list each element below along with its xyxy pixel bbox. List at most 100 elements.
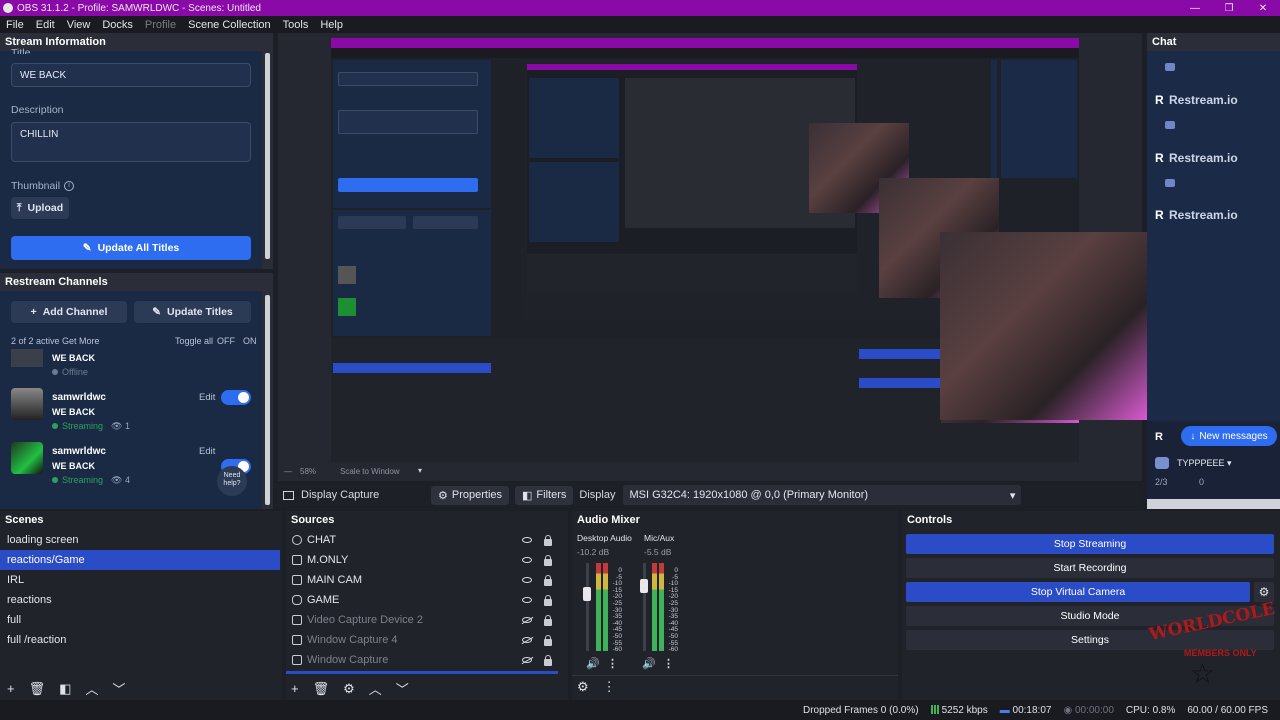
close-button[interactable]: ✕	[1246, 3, 1280, 14]
chevron-down-icon[interactable]: ﹀	[396, 679, 409, 698]
lock-icon[interactable]	[544, 635, 552, 646]
gear-icon[interactable]: ⚙	[343, 681, 355, 697]
menu-scene-collection[interactable]: Scene Collection	[182, 19, 277, 31]
restream-icon: R	[1155, 208, 1164, 222]
eye-icon[interactable]	[522, 537, 532, 543]
upload-button[interactable]: ⤒ Upload	[11, 197, 69, 219]
chevron-up-icon[interactable]: ︿	[369, 679, 382, 698]
filters-button[interactable]: ◧ Filters	[515, 485, 574, 505]
kebab-menu-icon[interactable]: ⋮	[603, 679, 616, 695]
source-toolbar: Display Capture ⚙ Properties ◧ Filters Dis…	[276, 483, 1142, 507]
source-list-scrollbar[interactable]	[286, 671, 558, 674]
lock-icon[interactable]	[544, 655, 552, 666]
source-item[interactable]: Window Capture	[286, 650, 560, 670]
menu-view[interactable]: View	[61, 19, 97, 31]
browser-icon	[292, 535, 302, 545]
speaker-icon[interactable]: 🔊	[642, 657, 656, 670]
volume-fader-track[interactable]	[586, 563, 589, 651]
source-item[interactable]: GAME	[286, 590, 560, 610]
lock-icon[interactable]	[544, 535, 552, 546]
scrollbar-thumb[interactable]	[265, 295, 270, 505]
source-item[interactable]: M.ONLY	[286, 550, 560, 570]
volume-fader-track[interactable]	[643, 563, 646, 651]
eye-icon[interactable]	[522, 577, 532, 583]
need-help-button[interactable]: Need help?	[217, 466, 247, 496]
advanced-audio-icon[interactable]: ⚙	[577, 679, 589, 695]
menu-edit[interactable]: Edit	[30, 19, 61, 31]
description-input[interactable]: CHILLIN	[11, 122, 251, 162]
stop-virtual-camera-button[interactable]: Stop Virtual Camera	[906, 582, 1250, 602]
trash-icon[interactable]: 🗑	[313, 681, 330, 697]
scale-dropdown-icon[interactable]: ▾	[418, 466, 422, 475]
scene-item[interactable]: reactions/Game	[0, 550, 280, 570]
scene-item[interactable]: loading screen	[0, 530, 280, 550]
add-scene-icon[interactable]: +	[7, 681, 15, 696]
dock-title: Audio Mixer	[572, 511, 898, 529]
scrollbar-thumb[interactable]	[265, 53, 270, 259]
chevron-down-icon[interactable]: ﹀	[112, 679, 125, 698]
info-icon[interactable]: i	[64, 181, 75, 191]
nested-update-titles	[413, 216, 478, 229]
lock-icon[interactable]	[544, 575, 552, 586]
eye-icon[interactable]	[522, 597, 532, 603]
update-titles-button[interactable]: ✎ Update Titles	[134, 301, 251, 323]
scene-item[interactable]: full /reaction	[0, 630, 280, 650]
update-all-titles-button[interactable]: ✎ Update All Titles	[11, 236, 251, 260]
source-item[interactable]: MAIN CAM	[286, 570, 560, 590]
minimize-button[interactable]: —	[1178, 3, 1212, 14]
eye-icon[interactable]	[522, 557, 532, 563]
eye-hidden-icon[interactable]	[522, 637, 532, 643]
start-recording-button[interactable]: Start Recording	[906, 558, 1274, 578]
menu-file[interactable]: File	[0, 19, 30, 31]
trash-icon[interactable]: 🗑	[29, 681, 46, 697]
eye-hidden-icon[interactable]	[522, 617, 532, 623]
level-meter	[652, 563, 657, 651]
scene-item[interactable]: reactions	[0, 590, 280, 610]
title-input[interactable]: WE BACK	[11, 63, 251, 87]
menu-tools[interactable]: Tools	[277, 19, 315, 31]
channel-edit-button[interactable]: Edit	[199, 392, 215, 403]
restream-scrollbar[interactable]	[262, 291, 273, 509]
channel-edit-button[interactable]: Edit	[199, 446, 215, 457]
display-select[interactable]: MSI G32C4: 1920x1080 @ 0,0 (Primary Moni…	[623, 485, 1022, 505]
channel-name: Mic/Aux	[644, 533, 675, 543]
kebab-menu-icon[interactable]: ⋮	[663, 657, 674, 670]
source-item[interactable]: CHAT	[286, 530, 560, 550]
monitor-icon	[283, 490, 294, 500]
properties-label: Properties	[451, 489, 503, 501]
chat-input[interactable]	[1147, 499, 1280, 509]
menu-profile[interactable]: Profile	[139, 19, 182, 31]
volume-fader-knob[interactable]	[640, 579, 648, 593]
menu-help[interactable]: Help	[314, 19, 349, 31]
eye-hidden-icon[interactable]	[522, 657, 532, 663]
toggle-all-on[interactable]: ON	[243, 336, 257, 346]
stream-info-scrollbar[interactable]	[262, 51, 273, 269]
source-item[interactable]: Video Capture Device 2	[286, 610, 560, 630]
stream-information-panel: Title WE BACK Description CHILLIN Thumbn…	[0, 47, 262, 269]
scene-item[interactable]: IRL	[0, 570, 280, 590]
chat-user[interactable]: TYPPPEEE ▾	[1177, 458, 1232, 469]
lock-icon[interactable]	[544, 555, 552, 566]
lock-icon[interactable]	[544, 595, 552, 606]
add-channel-button[interactable]: + Add Channel	[11, 301, 127, 323]
watermark-subtext: MEMBERS ONLY	[1184, 648, 1257, 658]
add-source-icon[interactable]: +	[291, 681, 299, 696]
toggle-all-off[interactable]: OFF	[217, 336, 235, 346]
upload-label: Upload	[27, 202, 64, 214]
chevron-up-icon[interactable]: ︿	[85, 679, 98, 698]
source-item[interactable]: Window Capture 4	[286, 630, 560, 650]
speaker-icon[interactable]: 🔊	[586, 657, 600, 670]
new-messages-button[interactable]: ↓ New messages	[1181, 426, 1277, 446]
scale-mode[interactable]: Scale to Window	[340, 467, 400, 476]
volume-fader-knob[interactable]	[583, 587, 591, 601]
obs-logo-icon	[3, 3, 13, 13]
scene-item[interactable]: full	[0, 610, 280, 630]
maximize-button[interactable]: ❐	[1212, 3, 1246, 14]
channel-toggle[interactable]	[221, 390, 251, 405]
lock-icon[interactable]	[544, 615, 552, 626]
stop-streaming-button[interactable]: Stop Streaming	[906, 534, 1274, 554]
menu-docks[interactable]: Docks	[96, 19, 139, 31]
properties-button[interactable]: ⚙ Properties	[431, 485, 510, 505]
kebab-menu-icon[interactable]: ⋮	[607, 657, 618, 670]
filters-icon[interactable]: ◧	[59, 681, 71, 697]
